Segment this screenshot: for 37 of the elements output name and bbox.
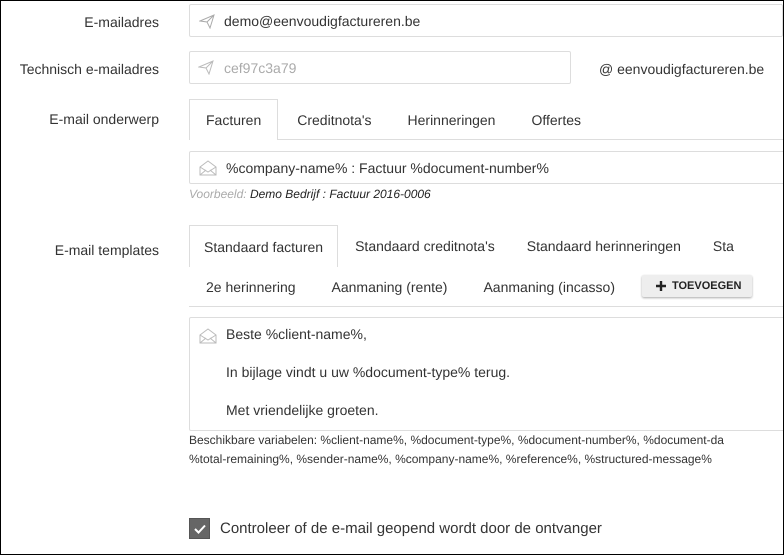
check-icon: [194, 524, 206, 534]
send-icon: [199, 12, 215, 28]
subject-tab[interactable]: Herinneringen: [390, 99, 512, 139]
field-label: E-mailadres: [83, 13, 160, 30]
field-value: demo@eenvoudigfactureren.be: [224, 12, 420, 28]
email-field[interactable]: demo@eenvoudigfactureren.be: [189, 4, 783, 37]
template-line: In bijlage vindt u uw %document-type% terug.: [226, 364, 510, 380]
template-line: Met vriendelijke groeten.: [226, 402, 380, 418]
template-tab[interactable]: Sta: [698, 225, 749, 266]
checkbox[interactable]: [189, 518, 210, 539]
variables-text: Beschikbare variabelen: %client-name%, %document-type%, %document-number%, %document-da: [189, 432, 725, 449]
field-label: E-mail templates: [54, 241, 160, 258]
add-button[interactable]: TOEVOEGEN: [642, 275, 752, 297]
template-tab[interactable]: Standaard facturen: [189, 225, 338, 267]
template-tab[interactable]: 2e herinnering: [189, 266, 313, 306]
template-line: Beste %client-name%,: [226, 326, 368, 342]
subject-tab[interactable]: Facturen: [189, 99, 278, 140]
template-tab[interactable]: Aanmaning (incasso): [466, 266, 632, 306]
technical-email-field[interactable]: cef97c3a79: [189, 51, 571, 84]
template-tab[interactable]: Aanmaning (rente): [314, 266, 464, 306]
subject-field[interactable]: %company-name% : Factuur %document-number%: [189, 151, 783, 184]
subject-tab[interactable]: Creditnota's: [280, 99, 389, 139]
envelope-icon: [199, 160, 217, 176]
envelope-icon: [199, 328, 217, 344]
domain-suffix: @ eenvoudigfactureren.be: [599, 60, 764, 77]
template-tab[interactable]: Standaard herinneringen: [512, 225, 696, 266]
checkbox-label: Controleer of de e-mail geopend wordt door de ontvanger: [220, 520, 602, 537]
subject-tab[interactable]: Offertes: [514, 99, 598, 139]
send-icon: [198, 59, 214, 75]
field-value: %company-name% : Factuur %document-number%: [226, 160, 549, 176]
variables-text: %total-remaining%, %sender-name%, %company-name%, %reference%, %structured-message%: [189, 451, 713, 468]
template-body-field[interactable]: Beste %client-name%, In bijlage vindt u uw %document-type% terug. Met vriendelijke groeten.: [189, 317, 783, 431]
template-tab[interactable]: Standaard creditnota's: [340, 225, 510, 266]
field-label: Technisch e-mailadres: [18, 60, 160, 77]
example-text: Voorbeeld: Demo Bedrijf : Factuur 2016-0006: [189, 187, 432, 201]
plus-icon: [656, 281, 666, 291]
field-label: E-mail onderwerp: [48, 110, 160, 127]
